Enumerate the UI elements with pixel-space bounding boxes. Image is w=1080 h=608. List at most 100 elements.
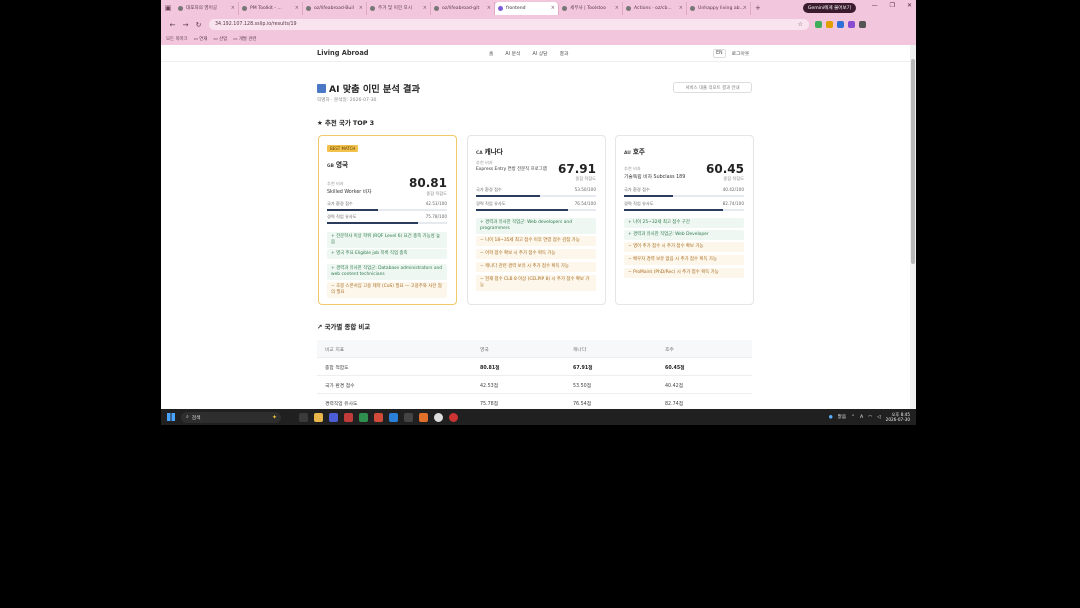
table-cell: 40.42점 xyxy=(665,384,684,389)
tray-chevron-icon[interactable]: ⌃ xyxy=(851,415,855,420)
metric-bar xyxy=(476,209,596,211)
tab-close-icon[interactable]: × xyxy=(615,5,619,11)
country-card-gb[interactable]: BEST MATCH GB 영국 80.81 종합 적합도 추천 비자 Skill… xyxy=(318,135,457,305)
tab-close-icon[interactable]: × xyxy=(743,5,747,11)
app-icon[interactable] xyxy=(449,412,458,422)
table-cell: 80.81점 xyxy=(480,366,500,371)
file-explorer-icon[interactable] xyxy=(314,412,323,422)
site-logo[interactable]: Living Abroad xyxy=(317,49,369,57)
site-nav: 홈 AI 분석 AI 상담 결과 xyxy=(489,50,568,57)
browser-tab[interactable]: Unhappy living ab... × xyxy=(687,1,751,15)
language-toggle[interactable]: EN xyxy=(713,48,726,58)
language-indicator[interactable]: A xyxy=(860,415,863,420)
browser-tab-active[interactable]: frontend × xyxy=(495,1,559,15)
date-text: 2026-07-30 xyxy=(885,417,910,422)
table-cell: 75.78점 xyxy=(480,402,499,407)
browser-tab[interactable]: 세무사 | Toolstoo × xyxy=(559,1,623,15)
scrollbar-thumb[interactable] xyxy=(911,59,915,264)
extension-icon[interactable] xyxy=(815,21,822,28)
weather-icon: ● xyxy=(828,414,833,420)
tab-label: 주거 및 이민 모시 xyxy=(378,6,412,11)
browser-tab[interactable]: Actions · oz/cb... × xyxy=(623,1,687,15)
browser-tab[interactable]: PM Toolkit - ... × xyxy=(239,1,303,15)
wifi-icon[interactable]: ◠ xyxy=(868,415,872,420)
close-window-button[interactable]: ✕ xyxy=(907,2,912,9)
back-arrow-icon[interactable]: ← xyxy=(166,21,179,29)
logout-link[interactable]: 로그아웃 xyxy=(732,50,750,57)
taskbar-apps xyxy=(299,412,458,422)
tab-close-icon[interactable]: × xyxy=(231,5,235,11)
bookmark-folder[interactable]: 개발 관련 xyxy=(233,36,257,42)
maximize-button[interactable]: ❐ xyxy=(890,2,895,9)
metric-bar-fill xyxy=(327,222,418,224)
tab-close-icon[interactable]: × xyxy=(551,5,555,11)
browser-tab[interactable]: oz/lifeabroad·git × xyxy=(431,1,495,15)
tab-close-icon[interactable]: × xyxy=(679,5,683,11)
bookmark-folder[interactable]: 연재 xyxy=(194,36,207,42)
table-cell: 53.50점 xyxy=(573,384,592,389)
url-input[interactable]: 34.192.107.128.sslip.io/results/19 ☆ xyxy=(209,19,809,30)
reload-icon[interactable]: ↻ xyxy=(192,21,205,29)
country-card-ca[interactable]: CA 캐나다 67.91 종합 적합도 추천 비자 Express Entry 연… xyxy=(467,135,606,305)
country-code: CA xyxy=(476,151,483,156)
browser-tab[interactable]: 주거 및 이민 모시 × xyxy=(367,1,431,15)
browser-tab[interactable]: oz/lifeabroad·Buil × xyxy=(303,1,367,15)
nav-ai-consult[interactable]: AI 상담 xyxy=(532,50,547,57)
bookmark-star-icon[interactable]: ☆ xyxy=(798,21,803,28)
app-icon[interactable] xyxy=(329,412,338,422)
metric-country-env: 국가 환경 점수 53.50/100 xyxy=(476,187,596,193)
volume-icon[interactable]: ◁ xyxy=(877,415,881,420)
report-button[interactable]: 서비스 대출 리포트 결과 안내 xyxy=(673,82,752,93)
metric-career-sim: 경력 직업 유사도 75.78/100 xyxy=(327,214,447,220)
chrome-icon[interactable] xyxy=(434,412,443,422)
tab-close-icon[interactable]: × xyxy=(423,5,427,11)
gemini-button[interactable]: Gemini에게 물어보기 xyxy=(802,3,856,13)
copilot-sparkle-icon: ✦ xyxy=(271,413,277,421)
app-icon[interactable] xyxy=(404,412,413,422)
new-tab-button[interactable]: + xyxy=(755,4,761,12)
taskbar-search[interactable]: ⌕ 검색 ✦ xyxy=(181,411,281,423)
visa-name: Skilled Worker 비자 xyxy=(327,190,372,195)
extension-icon[interactable] xyxy=(837,21,844,28)
table-cell: 60.45점 xyxy=(665,366,685,371)
extension-icon[interactable] xyxy=(826,21,833,28)
search-placeholder: 검색 xyxy=(191,415,201,421)
metric-country-env: 국가 환경 점수 42.53/100 xyxy=(327,201,447,207)
score-label: 종합 적합도 xyxy=(426,191,447,196)
app-icon[interactable] xyxy=(374,412,383,422)
app-icon[interactable] xyxy=(344,412,353,422)
browser-tab[interactable]: 대포자의 영어공 × xyxy=(175,1,239,15)
forward-arrow-icon[interactable]: → xyxy=(179,21,192,29)
tab-close-icon[interactable]: × xyxy=(295,5,299,11)
windows-start-icon[interactable] xyxy=(167,413,175,421)
visa-name: 기술독립 비자 Subclass 189 xyxy=(624,175,686,180)
bookmark-folder[interactable]: 모든 북마크 xyxy=(166,36,188,42)
profile-avatar[interactable] xyxy=(859,21,866,28)
browser-tab-strip: ▣ 대포자의 영어공 × PM Toolkit - ... × oz/lifeabr… xyxy=(161,0,916,16)
tab-label: Unhappy living ab... xyxy=(698,5,744,11)
nav-results[interactable]: 결과 xyxy=(560,50,569,57)
nav-home[interactable]: 홈 xyxy=(489,50,493,57)
clock[interactable]: 오후 8:45 2026-07-30 xyxy=(886,412,910,422)
tab-close-icon[interactable]: × xyxy=(487,5,491,11)
insight-item: + 전문학사 이상 학위 (RQF Level 6) 요건 충족 가능성 높음 xyxy=(327,232,447,249)
task-view-icon[interactable] xyxy=(299,412,308,422)
insight-item: + 경력과 유사한 직업군: Web developers and progra… xyxy=(476,218,596,235)
table-row: 경력직업 유사도 75.78점 76.54점 82.74점 xyxy=(317,394,752,409)
page-title-text: AI 맞춤 이민 분석 결과 xyxy=(329,84,420,95)
app-icon[interactable] xyxy=(419,412,428,422)
country-card-au[interactable]: AU 호주 60.45 종합 적합도 추천 비자 기술독립 비자 Subclass… xyxy=(615,135,754,305)
insight-item: + 경력과 유사한 직업군: Web Developer xyxy=(624,230,744,241)
page-scrollbar[interactable] xyxy=(910,45,916,409)
metric-bar-fill xyxy=(476,209,568,211)
tab-favicon-icon xyxy=(626,5,631,11)
bookmark-folder[interactable]: 산업 xyxy=(213,36,227,42)
tab-close-icon[interactable]: × xyxy=(359,5,363,11)
tab-search-icon[interactable]: ▣ xyxy=(163,3,173,13)
app-icon[interactable] xyxy=(359,412,368,422)
metric-label: 국가 환경 점수 xyxy=(476,187,502,192)
extension-icon[interactable] xyxy=(848,21,855,28)
vscode-icon[interactable] xyxy=(389,412,398,422)
nav-ai-analysis[interactable]: AI 분석 xyxy=(505,50,520,57)
minimize-button[interactable]: — xyxy=(872,2,878,9)
